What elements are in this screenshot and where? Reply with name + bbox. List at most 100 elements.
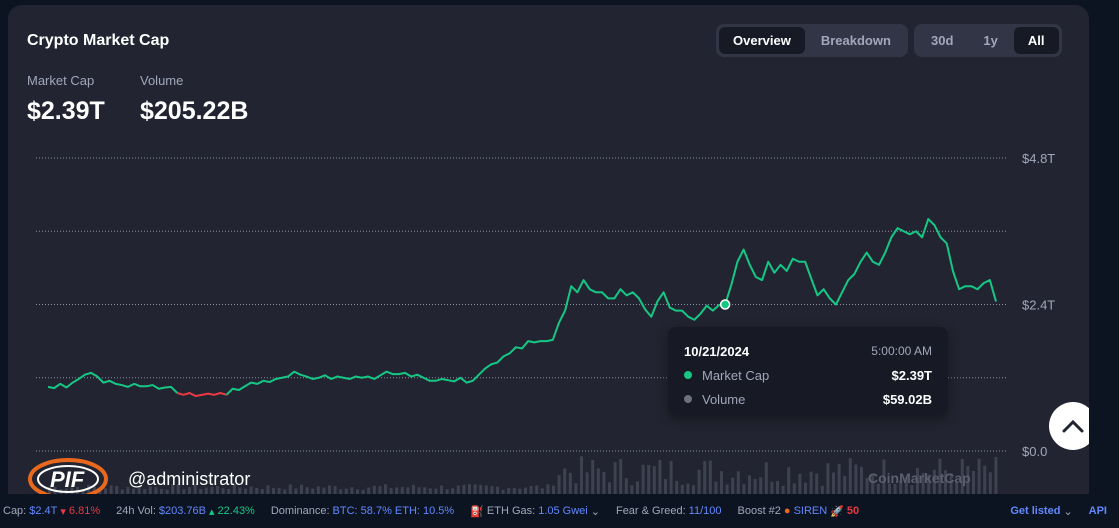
volume-bar xyxy=(703,461,707,494)
user-handle: @administrator xyxy=(128,468,251,489)
volume-bar xyxy=(266,485,270,494)
volume-bar xyxy=(608,482,611,494)
volume-bar xyxy=(647,465,651,494)
volume-bar xyxy=(977,458,981,494)
volume-bar xyxy=(792,483,796,494)
volume-bar xyxy=(479,484,483,494)
ticker-dominance[interactable]: Dominance: BTC: 58.7% ETH: 10.5% xyxy=(271,505,454,517)
volume-bar xyxy=(288,484,292,494)
volume-bar xyxy=(484,485,488,494)
volume-bar xyxy=(395,487,399,494)
volume-bar xyxy=(423,487,427,494)
get-listed-link[interactable]: Get listed ⌄ xyxy=(1010,505,1072,518)
token-icon: ● xyxy=(783,505,791,517)
volume-bar xyxy=(630,485,634,494)
volume-bar xyxy=(557,475,561,494)
volume-bar xyxy=(580,456,583,494)
scroll-top-button[interactable] xyxy=(1049,402,1089,450)
market-cap-line-down xyxy=(176,392,227,398)
volume-bar xyxy=(496,486,499,494)
volume-bar xyxy=(658,459,662,494)
volume-bar xyxy=(378,486,382,494)
volume-bar xyxy=(372,485,376,494)
volume-bar xyxy=(910,485,914,494)
volume-bar xyxy=(804,482,807,494)
coinmarketcap-watermark: CoinMarketCap xyxy=(868,470,971,486)
api-link[interactable]: API xyxy=(1089,505,1107,517)
tooltip-market-cap-label: Market Cap xyxy=(702,367,770,383)
volume-bar xyxy=(456,485,460,494)
volume-bar xyxy=(815,473,819,494)
volume-bar xyxy=(412,484,415,494)
market-cap-chart[interactable]: CoinMarketCap $0.0 $2.4T $4.8T xyxy=(8,5,1089,528)
volume-bar xyxy=(574,483,578,494)
ticker-cap[interactable]: Cap: $2.4T ▾ 6.81% xyxy=(3,505,100,518)
y-tick-label: $0.0 xyxy=(1022,444,1047,459)
volume-bar xyxy=(400,487,404,494)
volume-bar xyxy=(776,481,779,494)
volume-bar xyxy=(697,469,701,494)
volume-bar xyxy=(462,484,466,494)
market-cap-line-up xyxy=(47,371,178,394)
volume-bar xyxy=(652,466,656,494)
volume-bar xyxy=(664,479,667,494)
volume-bar xyxy=(546,484,550,494)
tooltip-date: 10/21/2024 xyxy=(684,343,750,359)
volume-bar xyxy=(837,463,841,494)
tooltip-time: 5:00:00 AM xyxy=(871,344,932,358)
volume-bar xyxy=(300,484,303,494)
volume-bar xyxy=(826,463,830,494)
svg-text:PIF: PIF xyxy=(50,467,85,492)
caret-up-icon: ▴ xyxy=(209,505,215,518)
volume-bar xyxy=(529,485,533,494)
volume-bar xyxy=(468,484,471,494)
volume-bar xyxy=(305,487,309,494)
volume-bar xyxy=(440,485,443,494)
volume-bar xyxy=(781,485,785,494)
volume-bar xyxy=(798,473,802,494)
volume-bar xyxy=(809,471,813,494)
chart-tooltip: 10/21/2024 5:00:00 AM Market Cap $2.39T … xyxy=(668,327,948,415)
volume-bar xyxy=(854,464,858,494)
volume-bar xyxy=(384,484,387,494)
volume-dot xyxy=(684,395,692,403)
volume-bar xyxy=(585,472,589,494)
volume-bar xyxy=(714,481,718,494)
rocket-icon: 🚀 xyxy=(830,505,844,518)
volume-bar xyxy=(764,462,768,494)
volume-bar xyxy=(591,459,595,494)
volume-bar xyxy=(736,471,740,494)
volume-bar xyxy=(613,462,617,494)
volume-bar xyxy=(972,471,975,494)
chevron-down-icon: ⌄ xyxy=(1063,505,1073,518)
volume-bar xyxy=(675,480,679,494)
volume-bar xyxy=(473,484,477,494)
volume-bar xyxy=(602,471,606,494)
volume-bar xyxy=(490,486,494,494)
volume-bar xyxy=(860,466,863,494)
volume-bar xyxy=(406,487,410,494)
volume-bar xyxy=(596,468,600,494)
volume-bar xyxy=(832,472,835,494)
volume-bar xyxy=(742,484,746,494)
volume-bar xyxy=(787,467,791,494)
chevron-down-icon: ⌄ xyxy=(590,505,600,518)
ticker-fear-greed[interactable]: Fear & Greed: 11/100 xyxy=(616,505,722,517)
volume-bar xyxy=(708,460,712,494)
tooltip-volume-value: $59.02B xyxy=(882,391,932,407)
volume-bar xyxy=(759,477,763,494)
tooltip-market-cap-value: $2.39T xyxy=(891,367,932,383)
volume-bar xyxy=(641,464,645,494)
volume-bar xyxy=(563,468,567,494)
volume-bar xyxy=(350,487,354,494)
volume-bar xyxy=(686,483,690,494)
volume-bar xyxy=(619,459,623,494)
ticker-boost[interactable]: Boost #2 ● SIREN 🚀 50 xyxy=(738,505,860,518)
volume-bar xyxy=(725,484,729,494)
volume-bar xyxy=(624,478,628,494)
ticker-volume[interactable]: 24h Vol: $203.76B ▴ 22.43% xyxy=(116,505,255,518)
tooltip-point xyxy=(719,299,731,310)
ticker-gas[interactable]: ⛽ ETH Gas: 1.05 Gwei ⌄ xyxy=(470,505,600,518)
volume-bar xyxy=(748,475,751,494)
volume-bar xyxy=(328,485,331,494)
